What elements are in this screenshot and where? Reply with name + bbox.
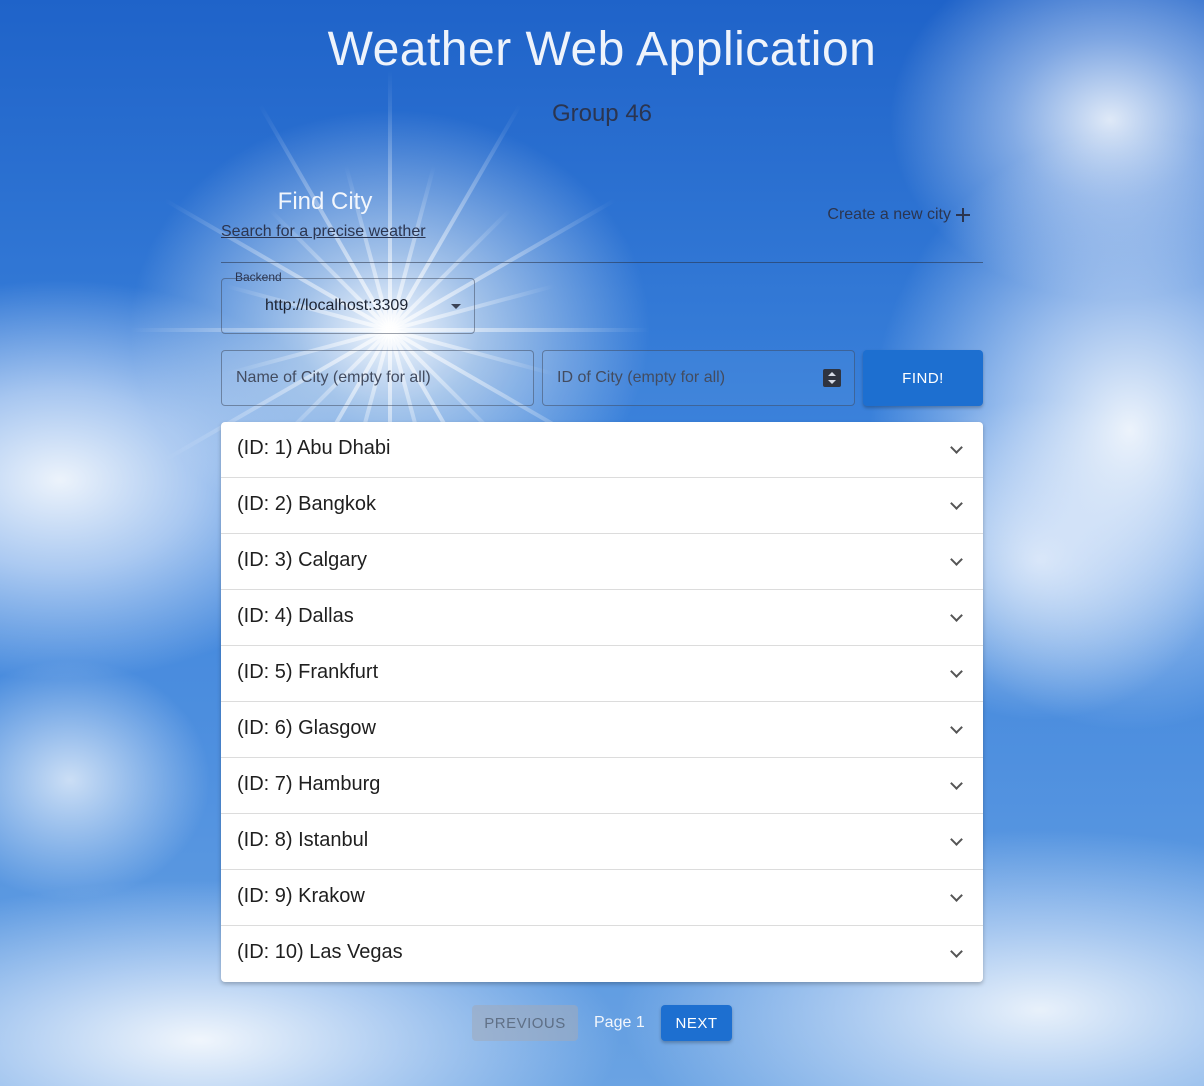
- city-name-input[interactable]: [222, 351, 533, 405]
- page-subtitle: Group 46: [551, 100, 653, 127]
- page-title: Weather Web Application: [327, 23, 877, 76]
- pagination: PREVIOUS Page 1 NEXT: [0, 1005, 1204, 1041]
- city-list-item[interactable]: (ID: 1) Abu Dhabi: [221, 422, 983, 478]
- expand-chevron-icon[interactable]: [950, 833, 963, 846]
- search-precise-weather-link[interactable]: Search for a precise weather: [221, 223, 426, 241]
- city-label: (ID: 8) Istanbul: [237, 829, 369, 851]
- city-id-field-container: [542, 350, 855, 406]
- city-list-item[interactable]: (ID: 9) Krakow: [221, 870, 983, 926]
- previous-button[interactable]: PREVIOUS: [472, 1005, 578, 1041]
- city-list-item[interactable]: (ID: 7) Hamburg: [221, 758, 983, 814]
- city-label: (ID: 1) Abu Dhabi: [237, 437, 391, 459]
- expand-chevron-icon[interactable]: [950, 609, 963, 622]
- dropdown-caret-icon: [451, 304, 461, 309]
- city-id-input[interactable]: [543, 351, 854, 405]
- create-city-label: Create a new city: [827, 206, 951, 223]
- city-list-item[interactable]: (ID: 8) Istanbul: [221, 814, 983, 870]
- page-indicator: Page 1: [594, 1014, 645, 1031]
- expand-chevron-icon[interactable]: [950, 665, 963, 678]
- city-list: (ID: 1) Abu Dhabi (ID: 2) Bangkok (ID: 3) …: [221, 422, 983, 982]
- backend-value: http://localhost:3309: [265, 297, 409, 314]
- expand-chevron-icon[interactable]: [950, 777, 963, 790]
- backend-select[interactable]: Backend http://localhost:3309: [221, 270, 475, 334]
- city-list-item[interactable]: (ID: 4) Dallas: [221, 590, 983, 646]
- create-city-button[interactable]: Create a new city: [827, 206, 971, 224]
- city-label: (ID: 4) Dallas: [237, 605, 354, 627]
- city-label: (ID: 5) Frankfurt: [237, 661, 379, 683]
- city-list-item[interactable]: (ID: 6) Glasgow: [221, 702, 983, 758]
- expand-chevron-icon[interactable]: [950, 945, 963, 958]
- number-spinner-icon[interactable]: [823, 369, 841, 387]
- expand-chevron-icon[interactable]: [950, 441, 963, 454]
- city-label: (ID: 2) Bangkok: [237, 493, 376, 515]
- city-list-item[interactable]: (ID: 10) Las Vegas: [221, 926, 983, 982]
- city-name-field-container: [221, 350, 534, 406]
- plus-icon: [955, 207, 971, 223]
- expand-chevron-icon[interactable]: [950, 553, 963, 566]
- find-city-header: Find City Search for a precise weather C…: [221, 186, 983, 263]
- next-button[interactable]: NEXT: [661, 1005, 732, 1041]
- city-label: (ID: 7) Hamburg: [237, 773, 381, 795]
- expand-chevron-icon[interactable]: [950, 889, 963, 902]
- city-label: (ID: 3) Calgary: [237, 549, 368, 571]
- city-list-item[interactable]: (ID: 2) Bangkok: [221, 478, 983, 534]
- find-button[interactable]: FIND!: [863, 350, 983, 406]
- expand-chevron-icon[interactable]: [950, 721, 963, 734]
- find-city-title: Find City: [277, 188, 373, 215]
- backend-label: Backend: [235, 270, 282, 284]
- city-label: (ID: 10) Las Vegas: [237, 941, 403, 963]
- city-list-item[interactable]: (ID: 5) Frankfurt: [221, 646, 983, 702]
- expand-chevron-icon[interactable]: [950, 497, 963, 510]
- city-label: (ID: 9) Krakow: [237, 885, 365, 907]
- city-list-item[interactable]: (ID: 3) Calgary: [221, 534, 983, 590]
- city-label: (ID: 6) Glasgow: [237, 717, 376, 739]
